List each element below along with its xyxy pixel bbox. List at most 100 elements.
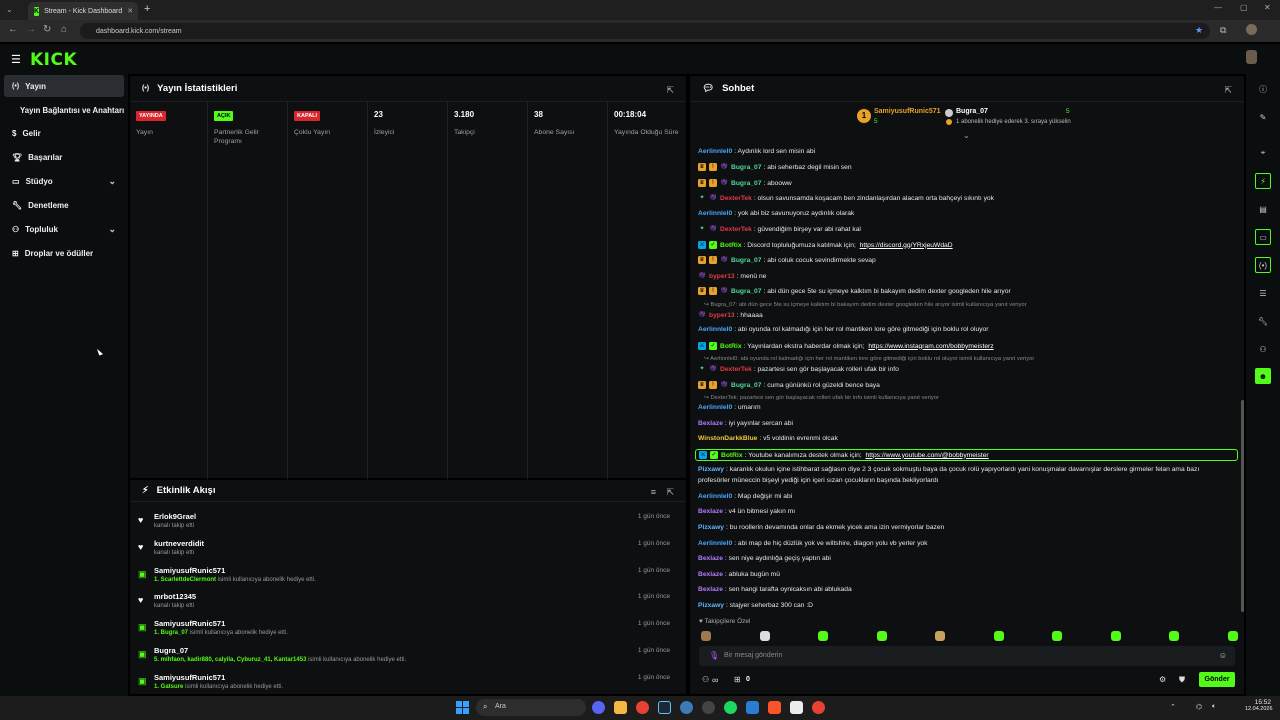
emote-icon[interactable] <box>759 631 770 641</box>
chrome-2-icon[interactable] <box>812 701 825 714</box>
network-icon[interactable]: ⌬ <box>1196 703 1202 711</box>
tray-chevron-icon[interactable]: ⌃ <box>1170 703 1176 711</box>
brave-icon[interactable] <box>768 701 781 714</box>
emote-icon[interactable] <box>1227 631 1238 641</box>
send-button[interactable]: Gönder <box>1199 672 1235 687</box>
chat-scrollbar[interactable] <box>1241 400 1244 612</box>
settings-gear-icon[interactable]: ⚙︎ <box>1159 675 1166 684</box>
activity-recipient[interactable]: ScarlettdeClermont <box>161 577 216 583</box>
chat-username[interactable]: Aerlinnlel0 <box>698 493 732 500</box>
leaderboard-second-name[interactable]: Bugra_07 <box>956 108 988 115</box>
chat-username[interactable]: Pizxawy <box>698 466 724 473</box>
wrench-tool-icon[interactable]: 🔧︎ <box>1255 313 1271 329</box>
lightning-tool-icon[interactable]: ⚡︎ <box>1255 173 1271 189</box>
info-icon[interactable]: ⓘ <box>1255 81 1271 97</box>
chat-username[interactable]: Bugra_07 <box>731 382 761 389</box>
viewers-icon[interactable]: ⚇ <box>702 675 709 684</box>
stack-icon[interactable]: ☰ <box>1255 285 1271 301</box>
hamburger-menu-icon[interactable]: ☰ <box>11 53 21 66</box>
chat-username[interactable]: byper13 <box>709 312 735 319</box>
chat-link[interactable]: https://www.youtube.com/@bobbymeister <box>866 452 989 459</box>
chat-username[interactable]: Bexlaze <box>698 508 723 515</box>
file-explorer-icon[interactable] <box>614 701 627 714</box>
forward-icon[interactable]: → <box>26 24 36 35</box>
emote-icon[interactable] <box>1110 631 1121 641</box>
chat-username[interactable]: Aerlinnlel0 <box>698 404 732 411</box>
chat-username[interactable]: Bexlaze <box>698 420 723 427</box>
activity-username[interactable]: SamiyusufRunic571 <box>154 619 225 628</box>
chat-username[interactable]: Pizxawy <box>698 524 724 531</box>
chat-username[interactable]: Aerlinnlel0 <box>698 148 732 155</box>
sidebar-item-yayin[interactable]: (•) Yayın <box>4 75 124 97</box>
popout-icon[interactable]: ⇱ <box>1224 85 1232 96</box>
volume-icon[interactable]: 🔈︎ <box>1212 703 1216 711</box>
sidebar-item-denetleme[interactable]: 🔧︎ Denetleme <box>4 194 124 216</box>
emote-icon[interactable] <box>993 631 1004 641</box>
chat-username[interactable]: Bugra_07 <box>731 164 761 171</box>
chat-username[interactable]: Pizxawy <box>698 602 724 609</box>
sidebar-item-gelir[interactable]: $ Gelir <box>4 122 124 144</box>
sidebar-item-droplar[interactable]: ⊞ Droplar ve ödüller <box>4 242 124 264</box>
chat-username[interactable]: WinstonDarkkBlue <box>698 435 757 442</box>
windows-start-icon[interactable] <box>456 701 469 714</box>
minimize-icon[interactable]: — <box>1214 3 1222 12</box>
activity-username[interactable]: Bugra_07 <box>154 646 188 655</box>
chat-username[interactable]: Bexlaze <box>698 571 723 578</box>
activity-username[interactable]: SamiyusufRunic571 <box>154 673 225 682</box>
browser-tab[interactable]: K Stream - Kick Dashboard ✕ <box>28 2 138 20</box>
chat-username[interactable]: Bugra_07 <box>731 257 761 264</box>
discord-icon[interactable] <box>592 701 605 714</box>
profile-avatar[interactable] <box>1246 24 1257 35</box>
popout-icon[interactable]: ⇱ <box>666 85 674 96</box>
taskbar-search[interactable]: ⌕ Ara <box>476 699 586 716</box>
chat-link[interactable]: https://discord.gg/YRxjeuWdaD <box>860 242 953 249</box>
address-bar[interactable]: dashboard.kick.com/stream <box>80 23 1210 39</box>
chat-username[interactable]: Aerlinnlel0 <box>698 210 732 217</box>
chat-username[interactable]: DexterTek <box>720 366 752 373</box>
user-avatar[interactable] <box>1246 50 1257 64</box>
activity-username[interactable]: kurtneverdidit <box>154 539 204 548</box>
chat-username[interactable]: Bexlaze <box>698 555 723 562</box>
sidebar-item-basarilar[interactable]: 🏆︎ Başarılar <box>4 146 124 168</box>
chat-username[interactable]: BotRix <box>721 452 743 459</box>
chat-link[interactable]: https://www.instagram.com/bobbymeisterz <box>868 343 993 350</box>
activity-recipient[interactable]: Gatsure <box>161 684 184 690</box>
avatar-tool-icon[interactable]: ☻ <box>1255 368 1271 384</box>
edit-pencil-icon[interactable]: ✎ <box>1255 109 1271 125</box>
emote-icon[interactable] <box>1052 631 1062 641</box>
emote-icon[interactable] <box>818 631 828 641</box>
target-icon[interactable]: ⌖ <box>1255 145 1271 161</box>
spotify-icon[interactable] <box>724 701 737 714</box>
emote-icon[interactable] <box>876 631 887 641</box>
chat-username[interactable]: BotRix <box>720 343 742 350</box>
emote-icon[interactable] <box>935 631 945 641</box>
chat-username[interactable]: Aerlinnlel0 <box>698 326 732 333</box>
emote-icon[interactable] <box>701 631 711 641</box>
broadcast-tool-icon[interactable]: (•) <box>1255 257 1271 273</box>
clock[interactable]: 15:52 12.04.2026 <box>1245 699 1273 712</box>
sidebar-item-topluluk[interactable]: ⚇ Topluluk ⌄ <box>4 218 124 240</box>
activity-username[interactable]: Erlok9Grael <box>154 512 196 521</box>
notion-icon[interactable] <box>790 701 803 714</box>
close-window-icon[interactable]: ✕ <box>1264 3 1271 12</box>
chat-username[interactable]: Bugra_07 <box>731 180 761 187</box>
chat-input[interactable]: 🎙︎ Bir mesaj gönderin ☺ <box>699 646 1235 666</box>
activity-recipient[interactable]: Bugra_07 <box>161 630 188 636</box>
filter-icon[interactable]: ≡ <box>651 487 656 497</box>
activity-username[interactable]: mrbot12345 <box>154 592 196 601</box>
maximize-icon[interactable]: ▢ <box>1240 3 1248 12</box>
close-tab-icon[interactable]: ✕ <box>127 7 133 15</box>
collapse-chevron-icon[interactable]: ⌄ <box>963 131 970 140</box>
bookmark-star-icon[interactable]: ★ <box>1195 25 1203 36</box>
tab-list-icon[interactable]: ⌄ <box>6 5 13 14</box>
gift-points-icon[interactable]: ⊞ <box>734 675 741 684</box>
chat-username[interactable]: DexterTek <box>720 195 752 202</box>
chrome-icon[interactable] <box>636 701 649 714</box>
chat-username[interactable]: DexterTek <box>720 226 752 233</box>
app-icon[interactable] <box>680 701 693 714</box>
chat-username[interactable]: Bugra_07 <box>731 288 761 295</box>
new-tab-icon[interactable]: + <box>144 3 150 15</box>
sidebar-item-stream-key[interactable]: Yayın Bağlantısı ve Anahtarı <box>4 99 124 121</box>
github-icon[interactable] <box>702 701 715 714</box>
leaderboard-first-name[interactable]: SamiyusufRunic571 <box>874 108 941 115</box>
